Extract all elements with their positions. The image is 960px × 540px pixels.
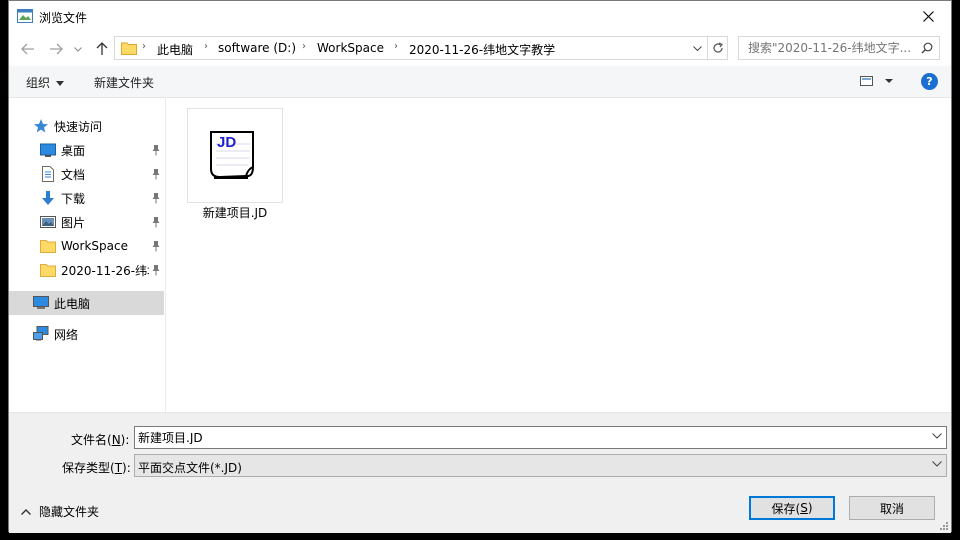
search-box[interactable] bbox=[738, 36, 940, 60]
sidebar-item-current-folder[interactable]: 2020-11-26-纬地 bbox=[9, 258, 164, 282]
organize-menu-button[interactable]: 组织 bbox=[26, 74, 65, 91]
file-thumbnail: JD bbox=[187, 108, 283, 203]
save-file-dialog: 浏览文件 › 此电脑 › software (D:) › WorkSpace ›… bbox=[8, 0, 952, 533]
help-button[interactable]: ? bbox=[921, 73, 938, 90]
folder-icon bbox=[40, 264, 56, 277]
pin-icon[interactable] bbox=[151, 192, 161, 204]
close-icon bbox=[922, 11, 934, 22]
jd-text: JD bbox=[217, 134, 236, 151]
resize-grip-icon[interactable] bbox=[939, 521, 949, 531]
search-icon[interactable] bbox=[921, 42, 933, 54]
sidebar-item-label: 文档 bbox=[61, 167, 86, 182]
browse-window-icon bbox=[17, 9, 33, 23]
filename-combobox[interactable] bbox=[134, 426, 947, 449]
sidebar-item-label: 此电脑 bbox=[54, 296, 91, 311]
title-bar: 浏览文件 bbox=[9, 1, 951, 32]
forward-button[interactable] bbox=[45, 38, 67, 60]
chevron-down-icon bbox=[692, 45, 702, 51]
filetype-select[interactable]: 平面交点文件(*.JD) bbox=[134, 454, 947, 477]
new-folder-button[interactable]: 新建文件夹 bbox=[94, 74, 154, 91]
breadcrumb-workspace[interactable]: WorkSpace bbox=[317, 41, 384, 55]
filename-input[interactable] bbox=[138, 430, 918, 444]
search-input[interactable] bbox=[748, 41, 914, 55]
desktop-icon bbox=[40, 143, 56, 157]
pin-icon[interactable] bbox=[151, 264, 161, 276]
filetype-label: 保存类型(T): bbox=[62, 461, 131, 475]
save-button[interactable]: 保存(S) bbox=[749, 496, 835, 520]
picture-icon bbox=[40, 216, 56, 228]
organize-label: 组织 bbox=[26, 76, 51, 90]
download-icon bbox=[42, 191, 54, 205]
caret-down-icon bbox=[56, 81, 65, 86]
folder-icon bbox=[121, 42, 137, 55]
sidebar-item-label: 2020-11-26-纬地 bbox=[61, 263, 149, 278]
sidebar-item-documents[interactable]: 文档 bbox=[9, 162, 164, 186]
star-icon bbox=[34, 119, 48, 133]
filename-label: 文件名(N): bbox=[71, 433, 130, 447]
sidebar-item-label: 桌面 bbox=[61, 143, 86, 158]
address-bar[interactable]: › 此电脑 › software (D:) › WorkSpace › 2020… bbox=[114, 36, 708, 60]
file-item[interactable]: JD 新建项目.JD bbox=[187, 108, 283, 220]
network-icon bbox=[33, 326, 49, 341]
sidebar-item-label: 网络 bbox=[54, 327, 79, 342]
pin-icon[interactable] bbox=[151, 216, 161, 228]
breadcrumb-current-folder[interactable]: 2020-11-26-纬地文字教学 bbox=[409, 41, 555, 58]
folder-icon bbox=[40, 240, 56, 253]
sidebar-item-network[interactable]: 网络 bbox=[9, 322, 164, 346]
computer-icon bbox=[33, 296, 49, 309]
arrow-right-icon bbox=[50, 43, 63, 55]
breadcrumb-separator[interactable]: › bbox=[394, 41, 398, 52]
window-title: 浏览文件 bbox=[39, 11, 88, 25]
arrow-up-icon bbox=[96, 42, 108, 55]
address-history-dropdown[interactable] bbox=[687, 37, 707, 59]
chevron-down-icon bbox=[932, 461, 942, 467]
sidebar-item-workspace[interactable]: WorkSpace bbox=[9, 234, 164, 258]
command-toolbar: 组织 新建文件夹 ? bbox=[9, 66, 951, 98]
cancel-button[interactable]: 取消 bbox=[849, 496, 935, 520]
sidebar-item-downloads[interactable]: 下载 bbox=[9, 186, 164, 210]
back-button[interactable] bbox=[17, 38, 39, 60]
refresh-icon bbox=[712, 42, 723, 53]
recent-locations-button[interactable] bbox=[71, 38, 85, 60]
document-icon bbox=[42, 166, 54, 182]
change-view-button[interactable] bbox=[859, 74, 895, 90]
chevron-up-icon bbox=[21, 508, 31, 515]
sidebar-item-label: WorkSpace bbox=[61, 239, 128, 253]
sidebar-item-label: 图片 bbox=[61, 215, 86, 230]
sidebar-item-pictures[interactable]: 图片 bbox=[9, 210, 164, 234]
save-form-area: 文件名(N): 保存类型(T): 平面交点文件(*.JD) 隐藏文件夹 保存(S… bbox=[9, 412, 951, 533]
breadcrumb-separator[interactable]: › bbox=[302, 41, 306, 52]
chevron-down-icon bbox=[74, 46, 82, 52]
file-name: 新建项目.JD bbox=[202, 206, 268, 220]
breadcrumb-drive-d[interactable]: software (D:) bbox=[218, 41, 296, 55]
refresh-button[interactable] bbox=[708, 36, 728, 60]
filetype-value: 平面交点文件(*.JD) bbox=[138, 461, 242, 475]
close-button[interactable] bbox=[905, 1, 951, 32]
pin-icon[interactable] bbox=[151, 240, 161, 252]
navigation-pane: 快速访问 桌面 文档 下载 图片 WorkSpace 2020-11-26-纬 … bbox=[9, 98, 166, 412]
sidebar-item-this-pc[interactable]: 此电脑 bbox=[9, 291, 164, 315]
breadcrumb-separator[interactable]: › bbox=[142, 41, 146, 52]
pin-icon[interactable] bbox=[151, 168, 161, 180]
pin-icon[interactable] bbox=[151, 144, 161, 156]
jd-file-icon: JD bbox=[210, 131, 254, 179]
up-button[interactable] bbox=[91, 38, 113, 60]
hide-folders-toggle[interactable]: 隐藏文件夹 bbox=[21, 503, 99, 520]
sidebar-item-label: 下载 bbox=[61, 191, 86, 206]
breadcrumb-this-pc[interactable]: 此电脑 bbox=[157, 41, 193, 58]
sidebar-item-quick-access[interactable]: 快速访问 bbox=[9, 114, 164, 138]
file-list: JD 新建项目.JD bbox=[167, 98, 951, 412]
hide-folders-label: 隐藏文件夹 bbox=[39, 505, 100, 519]
chevron-down-icon[interactable] bbox=[932, 433, 942, 439]
breadcrumb-separator[interactable]: › bbox=[204, 41, 208, 52]
sidebar-item-label: 快速访问 bbox=[54, 119, 103, 134]
view-options-icon bbox=[860, 76, 893, 86]
sidebar-item-desktop[interactable]: 桌面 bbox=[9, 138, 164, 162]
arrow-left-icon bbox=[21, 43, 34, 55]
